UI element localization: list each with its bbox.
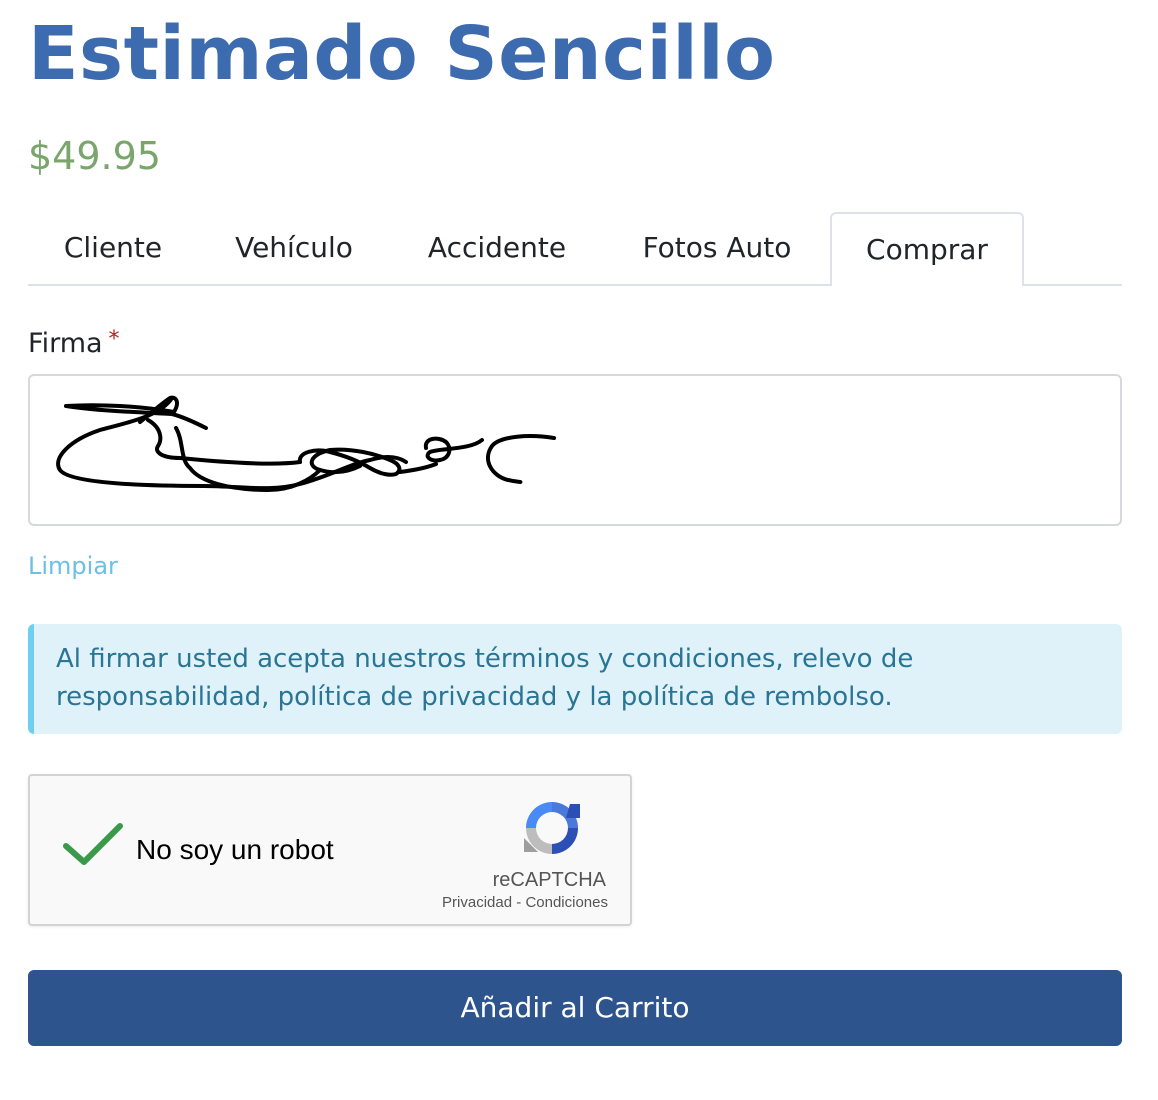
recaptcha-logo-icon [520, 796, 584, 864]
terms-notice: Al firmar usted acepta nuestros términos… [28, 624, 1122, 734]
page-title: Estimado Sencillo [28, 11, 776, 97]
privacy-link[interactable]: Privacidad [442, 894, 512, 911]
tab-bar: Cliente Vehículo Accidente Fotos Auto Co… [28, 212, 1122, 286]
tab-accidente[interactable]: Accidente [390, 212, 604, 284]
check-icon[interactable] [62, 820, 124, 872]
signature-pad[interactable] [28, 374, 1122, 526]
tab-vehiculo[interactable]: Vehículo [198, 212, 390, 284]
tab-fotos-auto[interactable]: Fotos Auto [604, 212, 830, 284]
clear-signature-link[interactable]: Limpiar [28, 550, 118, 582]
signature-label-text: Firma [28, 328, 103, 359]
add-to-cart-button[interactable]: Añadir al Carrito [28, 970, 1122, 1046]
recaptcha-brand: reCAPTCHA [492, 869, 606, 891]
recaptcha-links: Privacidad - Condiciones [442, 894, 608, 912]
signature-label: Firma * [28, 326, 120, 362]
captcha-label[interactable]: No soy un robot [136, 832, 334, 868]
product-price: $49.95 [28, 134, 161, 178]
tab-cliente[interactable]: Cliente [28, 212, 198, 284]
required-marker: * [108, 327, 120, 352]
tab-comprar[interactable]: Comprar [830, 212, 1024, 286]
links-separator: - [516, 894, 522, 911]
signature-drawing [56, 395, 556, 492]
terms-link[interactable]: Condiciones [525, 894, 608, 911]
recaptcha-widget: No soy un robot reCAPTCHA Privacidad - C… [28, 774, 632, 926]
